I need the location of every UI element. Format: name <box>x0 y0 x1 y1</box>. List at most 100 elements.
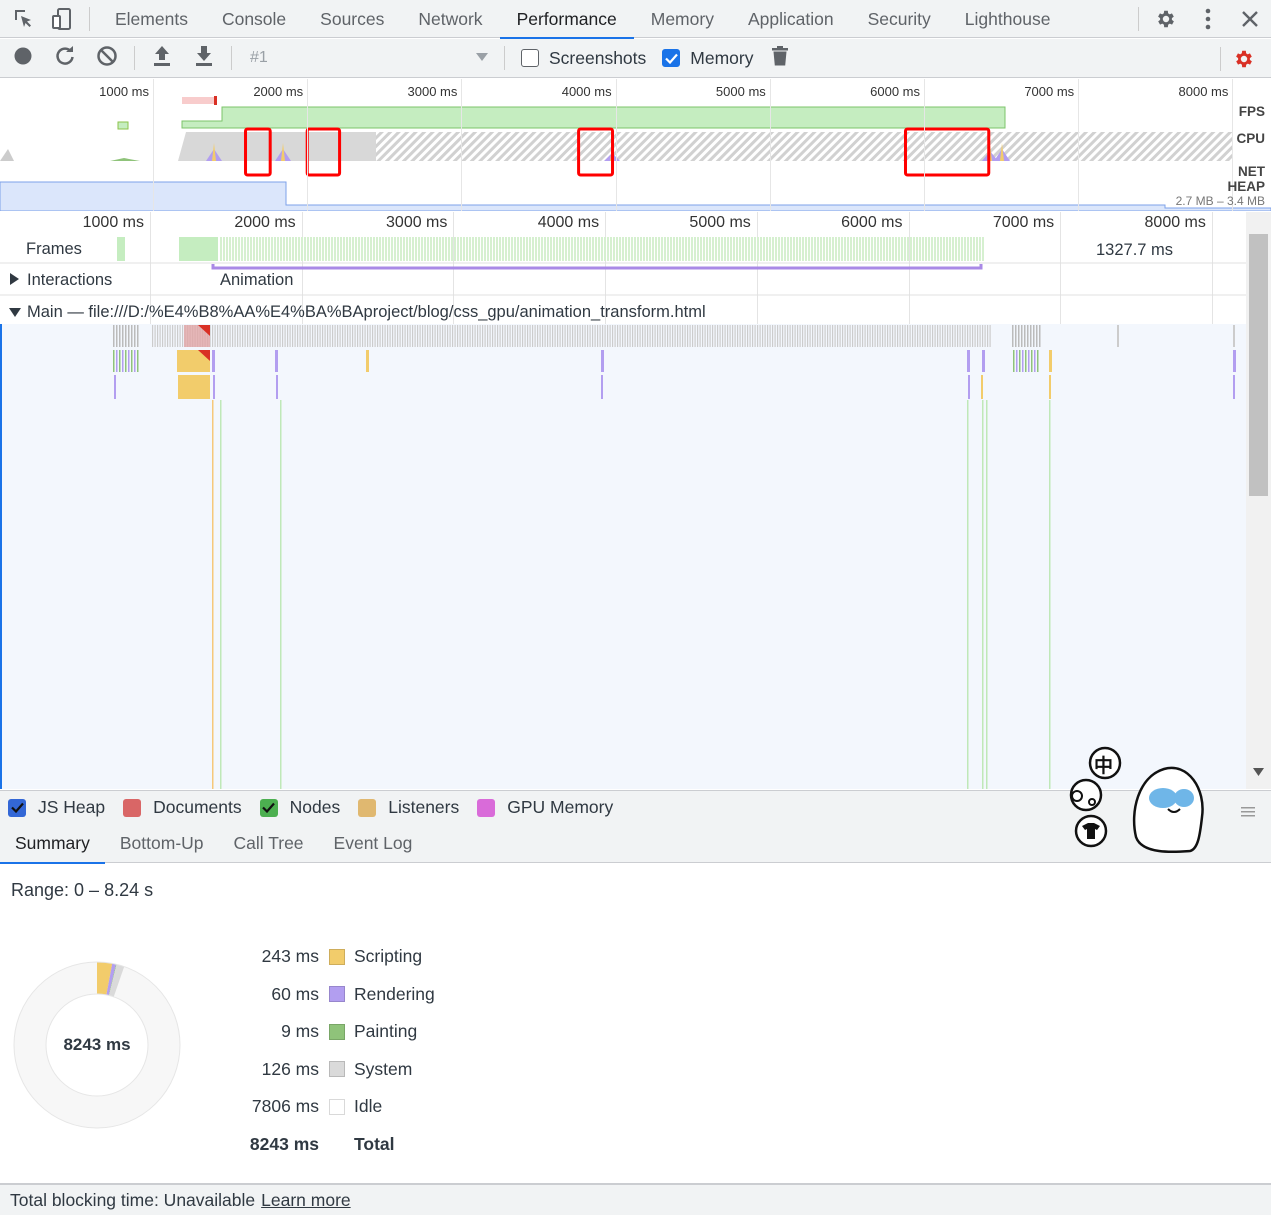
frame-block <box>910 237 912 261</box>
task-block <box>419 325 421 347</box>
capture-settings-gear-icon[interactable] <box>1227 39 1261 78</box>
counter-listeners[interactable]: Listeners <box>358 797 459 818</box>
task-block <box>479 325 481 347</box>
learn-more-link[interactable]: Learn more <box>261 1190 351 1211</box>
frame-block <box>754 237 756 261</box>
save-profile-button[interactable] <box>183 39 225 78</box>
memory-label: Memory <box>690 47 754 68</box>
call-block <box>601 375 603 399</box>
task-block <box>172 325 174 347</box>
frame-block <box>871 237 873 261</box>
reload-button[interactable] <box>44 39 86 78</box>
task-block <box>374 325 376 347</box>
screenshots-checkbox[interactable]: Screenshots <box>521 48 646 69</box>
frame-block <box>949 237 951 261</box>
inspect-icon[interactable] <box>11 6 37 32</box>
counter-gpu-memory[interactable]: GPU Memory <box>477 797 613 818</box>
frame-block <box>817 237 819 261</box>
details-tab-bottom-up[interactable]: Bottom-Up <box>105 824 219 863</box>
frame-block <box>244 237 246 261</box>
frame-block <box>571 237 573 261</box>
frame-block <box>286 237 288 261</box>
task-block <box>539 325 541 347</box>
sticker-image: 中 <box>1066 742 1216 854</box>
frame-block <box>907 237 909 261</box>
frame-block <box>937 237 939 261</box>
frame-block <box>283 237 285 261</box>
counter-nodes[interactable]: Nodes <box>259 797 340 818</box>
tab-security[interactable]: Security <box>851 0 948 38</box>
frame-block <box>280 237 282 261</box>
trace-line <box>982 400 984 789</box>
frame-block <box>367 237 369 261</box>
legend-value: 60 ms <box>271 983 319 1004</box>
task-block <box>182 325 184 347</box>
task-block <box>752 325 754 347</box>
task-block <box>217 325 219 347</box>
tab-memory[interactable]: Memory <box>634 0 731 38</box>
frame-block <box>826 237 828 261</box>
settings-gear-icon[interactable] <box>1145 0 1187 38</box>
task-block <box>674 325 676 347</box>
record-button[interactable] <box>2 39 44 78</box>
clear-button[interactable] <box>86 39 128 78</box>
frame-block <box>643 237 645 261</box>
task-block <box>664 325 666 347</box>
call-block <box>137 350 139 372</box>
collect-garbage-button[interactable] <box>759 39 801 78</box>
more-vert-icon[interactable] <box>1187 0 1229 38</box>
task-block <box>287 325 289 347</box>
task-block <box>869 325 871 347</box>
frame-block <box>592 237 594 261</box>
animation-label: Animation <box>220 271 294 289</box>
details-tab-summary[interactable]: Summary <box>0 824 105 864</box>
task-block <box>297 325 299 347</box>
memory-checkbox[interactable]: Memory <box>662 48 753 69</box>
details-tab-call-tree[interactable]: Call Tree <box>219 824 319 863</box>
task-block <box>672 325 674 347</box>
tab-application[interactable]: Application <box>731 0 851 38</box>
task-block <box>352 325 354 347</box>
flame-chart-scrollbar[interactable] <box>1246 212 1271 789</box>
frame-block <box>952 237 954 261</box>
scroll-down-icon[interactable] <box>1253 761 1264 781</box>
task-block <box>452 325 454 347</box>
profile-select[interactable]: #1 <box>238 44 498 72</box>
fps-track-label: FPS <box>1238 104 1265 119</box>
counter-documents[interactable]: Documents <box>123 797 242 818</box>
task-block <box>477 325 479 347</box>
task-block <box>482 325 484 347</box>
load-profile-button[interactable] <box>141 39 183 78</box>
details-tab-event-log[interactable]: Event Log <box>319 824 428 863</box>
frame-block <box>670 237 672 261</box>
net-track-label: NET <box>1238 164 1265 179</box>
tab-console[interactable]: Console <box>205 0 303 38</box>
task-block <box>402 325 404 347</box>
scrollbar-thumb[interactable] <box>1249 234 1268 496</box>
tab-sources[interactable]: Sources <box>303 0 401 38</box>
device-toggle-icon[interactable] <box>49 6 75 32</box>
counter-js-heap[interactable]: JS Heap <box>8 797 105 818</box>
summary-legend: 243 ms Scripting 60 ms Rendering 9 ms Paintin… <box>240 938 435 1163</box>
tab-network[interactable]: Network <box>401 0 499 38</box>
flame-chart[interactable]: 1000 ms 2000 ms 3000 ms 4000 ms 5000 ms 6000 … <box>0 212 1246 789</box>
task-block <box>682 325 684 347</box>
tab-lighthouse[interactable]: Lighthouse <box>948 0 1068 38</box>
frame-block <box>511 237 513 261</box>
frame-block <box>730 237 732 261</box>
frame-block <box>514 237 516 261</box>
frame-block <box>970 237 972 261</box>
frame-block <box>814 237 816 261</box>
timeline-overview[interactable]: 1000 ms 2000 ms 3000 ms 4000 ms 5000 ms 6000 … <box>0 79 1271 211</box>
task-block <box>574 325 576 347</box>
call-block <box>1233 350 1236 372</box>
tab-elements[interactable]: Elements <box>98 0 205 38</box>
interactions-track-toggle[interactable]: Interactions <box>9 271 112 290</box>
tab-performance[interactable]: Performance <box>499 0 634 39</box>
range-label: Range: 0 – 8.24 s <box>11 880 154 900</box>
close-icon[interactable] <box>1229 0 1271 38</box>
frame-block <box>436 237 438 261</box>
main-track-toggle[interactable]: Main — file:///D:/%E4%B8%AA%E4%BA%BAproj… <box>9 303 706 322</box>
footer-bar: Total blocking time: Unavailable Learn m… <box>0 1183 1271 1215</box>
drag-handle-icon[interactable] <box>1241 802 1255 822</box>
